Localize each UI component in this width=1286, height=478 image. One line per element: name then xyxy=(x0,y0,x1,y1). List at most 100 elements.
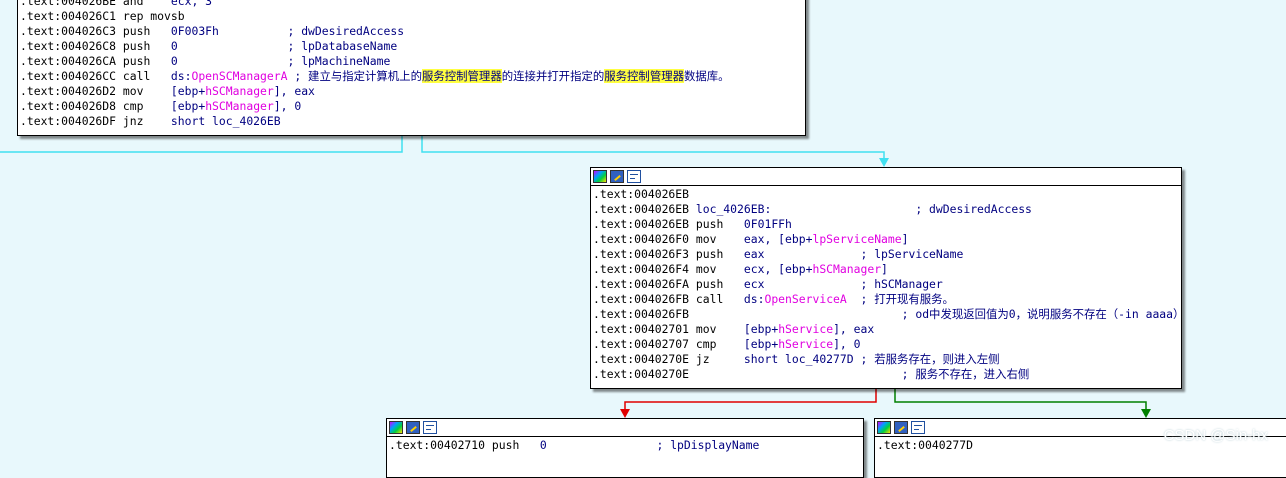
line-address: .text:004026F3 xyxy=(593,247,690,261)
line-mnemonic: call xyxy=(695,292,724,306)
line-comment: ; 打开现有服务。 xyxy=(860,292,954,306)
code-block-node-3[interactable]: .text:00402710 push 0 ; lpDisplayName xyxy=(386,418,864,478)
edge-node2-to-node3 xyxy=(624,389,877,413)
operand-suffix: ] xyxy=(881,262,888,276)
code-line[interactable]: .text:004026FB call ds:OpenServiceA ; 打开… xyxy=(593,292,1181,307)
code-line[interactable]: .text:004026CA push 0 ; lpMachineName xyxy=(20,54,805,69)
code-line[interactable]: .text:004026EB push 0F01FFh xyxy=(593,217,1181,232)
code-line[interactable]: .text:004026D2 mov [ebp+hSCManager], eax xyxy=(20,84,805,99)
operand-prefix: ds: xyxy=(170,69,192,83)
operand-suffix: ], eax xyxy=(273,84,315,98)
code-line[interactable]: .text:004026C1 rep movsb xyxy=(20,9,805,24)
operand-prefix: eax, [ebp+ xyxy=(743,232,813,246)
node2-code: .text:004026EB .text:004026EB loc_4026EB… xyxy=(591,186,1181,382)
code-line[interactable]: .text:004026C8 push 0 ; lpDatabaseName xyxy=(20,39,805,54)
operand-symbol: OpenServiceA xyxy=(764,292,847,306)
operand-suffix: ], 0 xyxy=(273,99,302,113)
edge-node2-to-node4-arrow xyxy=(1141,409,1151,418)
rename-icon[interactable] xyxy=(894,421,908,434)
highlighted-term: 服务控制管理器 xyxy=(421,69,502,83)
line-address: .text:004026FB xyxy=(593,307,690,321)
line-operand: 0 xyxy=(539,438,547,452)
code-line[interactable]: .text:004026F0 mov eax, [ebp+lpServiceNa… xyxy=(593,232,1181,247)
code-block-node-2[interactable]: .text:004026EB .text:004026EB loc_4026EB… xyxy=(590,167,1182,389)
node3-toolbar xyxy=(387,419,863,437)
line-address: .text:004026F0 xyxy=(593,232,690,246)
edge-node1-to-node2-arrow xyxy=(879,158,889,167)
line-mnemonic: push xyxy=(491,438,520,452)
line-comment: 的连接并打开指定的 xyxy=(501,69,605,83)
line-mnemonic: push xyxy=(695,247,724,261)
code-line[interactable]: .text:004026EB xyxy=(593,187,1181,202)
code-line[interactable]: .text:004026FB ; od中发现返回值为0，说明服务不存在（-in … xyxy=(593,307,1181,322)
operand-suffix: ] xyxy=(901,232,909,246)
code-line[interactable]: .text:004026F3 push eax ; lpServiceName xyxy=(593,247,1181,262)
palette-icon[interactable] xyxy=(593,170,607,183)
line-mnemonic: call xyxy=(122,69,151,83)
graph-group-icon[interactable] xyxy=(911,421,925,434)
line-address: .text:004026CC xyxy=(20,69,117,83)
edge-node1-cyan-left xyxy=(0,136,403,153)
code-line[interactable]: .text:004026CC call ds:OpenSCManagerA ; … xyxy=(20,69,805,84)
line-operand: short loc_40277D xyxy=(743,352,854,366)
line-mnemonic: jnz xyxy=(122,114,144,128)
line-address: .text:004026FB xyxy=(593,292,690,306)
line-operand: 0 xyxy=(170,54,178,68)
code-line[interactable]: .text:004026DF jnz short loc_4026EB xyxy=(20,114,805,129)
line-comment: ; od中发现返回值为0，说明服务不存在（-in aaaa） xyxy=(901,307,1182,321)
line-address: .text:0040270E xyxy=(593,352,690,366)
code-line[interactable]: .text:00402707 cmp [ebp+hService], 0 xyxy=(593,337,1181,352)
line-comment: 数据库。 xyxy=(684,69,730,83)
line-address: .text:004026D2 xyxy=(20,84,117,98)
line-comment: ; 建立与指定计算机上的 xyxy=(294,69,422,83)
edge-node2-to-node4 xyxy=(894,389,1147,413)
line-address: .text:0040277D xyxy=(877,438,974,452)
line-address: .text:004026FA xyxy=(593,277,690,291)
line-address: .text:00402707 xyxy=(593,337,690,351)
operand-symbol: hSCManager xyxy=(205,99,274,113)
graph-group-icon[interactable] xyxy=(423,421,437,434)
operand-prefix: [ebp+ xyxy=(170,99,206,113)
line-address: .text:004026DF xyxy=(20,114,117,128)
code-line[interactable]: .text:004026C3 push 0F003Fh ; dwDesiredA… xyxy=(20,24,805,39)
line-comment: ; dwDesiredAccess xyxy=(915,202,1032,216)
operand-prefix: [ebp+ xyxy=(170,84,206,98)
operand-symbol: hSCManager xyxy=(812,262,882,276)
code-line[interactable]: .text:0040270E jz short loc_40277D ; 若服务… xyxy=(593,352,1181,367)
code-line[interactable]: .text:00402701 mov [ebp+hService], eax xyxy=(593,322,1181,337)
line-operand: eax xyxy=(743,247,765,261)
code-line[interactable]: .text:004026FA push ecx ; hSCManager xyxy=(593,277,1181,292)
line-mnemonic: mov xyxy=(122,84,144,98)
line-operand: short loc_4026EB xyxy=(170,114,281,128)
line-comment: ; lpDatabaseName xyxy=(287,39,398,53)
line-address: .text:004026EB xyxy=(593,187,690,201)
line-mnemonic: jz xyxy=(695,352,710,366)
rename-icon[interactable] xyxy=(610,170,624,183)
line-mnemonic: and xyxy=(122,0,144,8)
node2-toolbar xyxy=(591,168,1181,186)
code-line[interactable]: .text:004026EB loc_4026EB: ; dwDesiredAc… xyxy=(593,202,1181,217)
code-line[interactable]: .text:004026D8 cmp [ebp+hSCManager], 0 xyxy=(20,99,805,114)
operand-symbol: hService xyxy=(778,337,834,351)
line-address: .text:004026EB xyxy=(593,202,690,216)
palette-icon[interactable] xyxy=(877,421,891,434)
palette-icon[interactable] xyxy=(389,421,403,434)
node3-code: .text:00402710 push 0 ; lpDisplayName xyxy=(387,437,863,453)
line-mnemonic: push xyxy=(122,24,151,38)
code-block-node-1[interactable]: .text:004026BE and ecx, 3 .text:004026C1 … xyxy=(17,0,806,136)
code-line[interactable]: .text:004026F4 mov ecx, [ebp+hSCManager] xyxy=(593,262,1181,277)
line-comment: ; 若服务存在，则进入左侧 xyxy=(860,352,1000,366)
code-line[interactable]: .text:0040270E ; 服务不存在，进入右侧 xyxy=(593,367,1181,382)
operand-symbol: hSCManager xyxy=(205,84,274,98)
operand-symbol: OpenSCManagerA xyxy=(191,69,288,83)
line-mnemonic: push xyxy=(695,217,724,231)
rename-icon[interactable] xyxy=(406,421,420,434)
operand-suffix: ], 0 xyxy=(833,337,861,351)
line-mnemonic: push xyxy=(122,54,151,68)
line-address: .text:004026C3 xyxy=(20,24,117,38)
code-line[interactable]: .text:00402710 push 0 ; lpDisplayName xyxy=(389,438,863,453)
operand-symbol: hService xyxy=(778,322,834,336)
graph-group-icon[interactable] xyxy=(627,170,641,183)
code-line[interactable]: .text:004026BE and ecx, 3 xyxy=(20,0,805,9)
line-operand: ecx xyxy=(743,277,765,291)
